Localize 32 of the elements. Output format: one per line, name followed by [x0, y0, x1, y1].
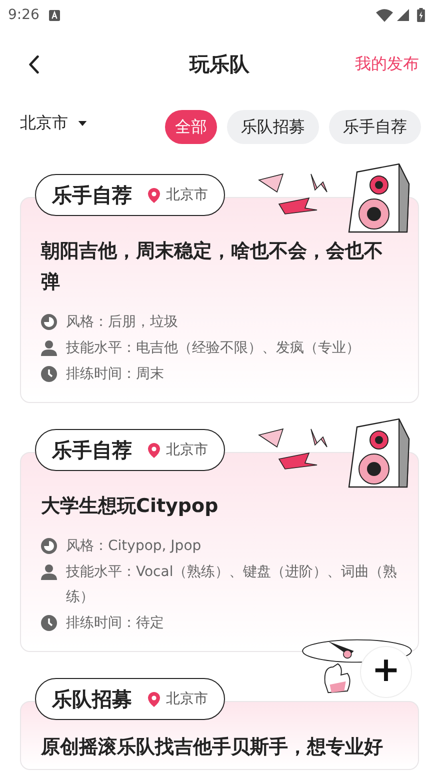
- person-icon: [41, 564, 57, 580]
- person-icon: [41, 340, 57, 356]
- detail-text: 技能水平：电吉他（经验不限）、发疯（专业）: [66, 339, 360, 358]
- clock-icon: [41, 615, 57, 631]
- detail-text: 排练时间：周末: [66, 365, 164, 384]
- detail-text: 排练时间：待定: [66, 614, 164, 633]
- location-pin-icon: [148, 692, 160, 706]
- post-title: 大学生想玩Citypop: [41, 494, 220, 519]
- pie-chart-icon: [41, 314, 57, 330]
- signal-icon: [397, 9, 409, 21]
- post-title: 朝阳吉他，周末稳定，啥也不会，会也不弹: [41, 239, 384, 295]
- detail-text: 技能水平：Vocal（熟练）、键盘（进阶）、词曲（熟练）: [66, 563, 398, 607]
- city-dropdown[interactable]: 北京市: [20, 112, 87, 134]
- status-time: 9:26: [8, 7, 40, 23]
- filter-chip[interactable]: 全部: [165, 110, 217, 144]
- my-posts-link[interactable]: 我的发布: [355, 54, 419, 74]
- filter-chip[interactable]: 乐手自荐: [329, 110, 421, 144]
- location-pin-icon: [148, 188, 160, 202]
- filter-chip[interactable]: 乐队招募: [227, 110, 319, 144]
- clock-icon: [41, 366, 57, 382]
- pie-chart-icon: [41, 538, 57, 554]
- post-title: 原创摇滚乐队找吉他手贝斯手，想专业好: [41, 735, 384, 760]
- add-button[interactable]: +: [360, 646, 412, 698]
- notification-icon: [49, 10, 60, 20]
- location-pin-icon: [148, 442, 160, 458]
- page-title: 玩乐队: [190, 50, 250, 78]
- back-icon[interactable]: [28, 54, 40, 74]
- detail-text: 风格：Citypop, Jpop: [66, 537, 202, 556]
- caret-icon: [78, 120, 87, 126]
- wifi-icon: [376, 8, 393, 22]
- detail-text: 风格：后朋，垃圾: [66, 313, 178, 332]
- battery-icon: [417, 8, 425, 22]
